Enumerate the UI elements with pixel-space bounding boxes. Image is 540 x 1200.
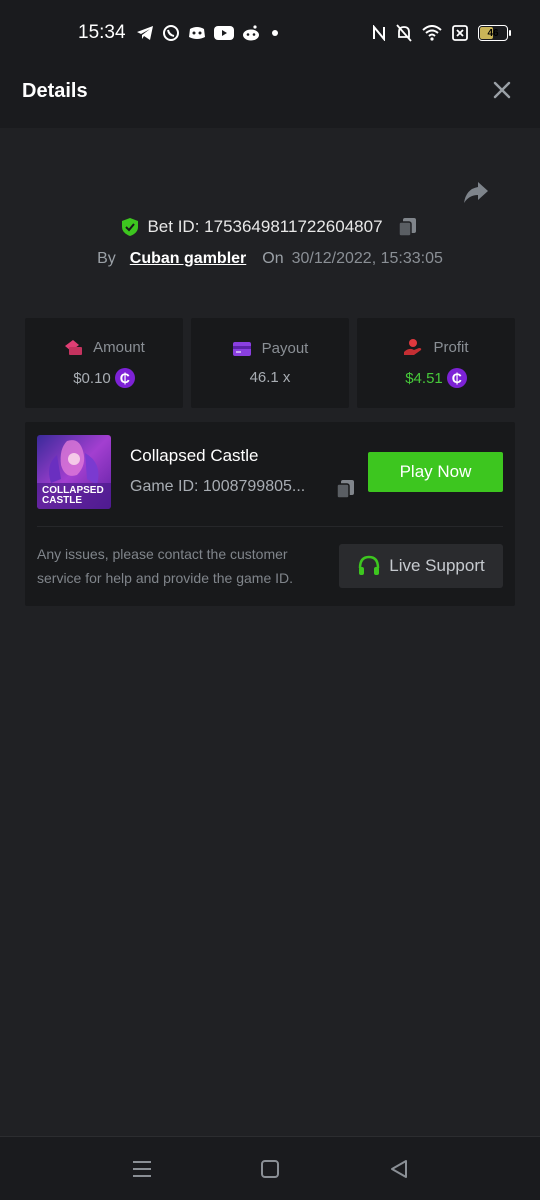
payout-label: Payout: [261, 340, 309, 357]
home-icon[interactable]: [258, 1157, 282, 1181]
status-time: 15:34: [78, 22, 126, 43]
bet-date: 30/12/2022, 15:33:05: [291, 250, 443, 267]
divider: [37, 526, 503, 527]
bet-meta-row: By Cuban gambler On 30/12/2022, 15:33:05: [0, 250, 540, 268]
username-link[interactable]: Cuban gambler: [130, 250, 246, 268]
system-nav-bar: [0, 1136, 540, 1200]
reddit-icon: [243, 25, 259, 41]
dot-icon: [272, 30, 278, 36]
thumb-title-line2: CASTLE: [42, 495, 82, 506]
on-label: On: [262, 250, 284, 267]
profit-value: $4.51: [405, 369, 443, 387]
payout-value: 46.1 x: [249, 369, 291, 386]
profit-hand-icon: [404, 339, 422, 355]
back-icon[interactable]: [387, 1157, 411, 1181]
battery-icon: 46: [478, 25, 511, 41]
game-name: Collapsed Castle: [130, 446, 259, 465]
amount-value: $0.10: [73, 369, 111, 387]
live-support-label: Live Support: [389, 556, 485, 575]
headset-icon: [359, 555, 380, 575]
nfc-icon: [373, 25, 385, 41]
profit-label: Profit: [433, 338, 469, 356]
status-bar: 15:34 46: [0, 0, 540, 56]
bet-stats: Amount $0.10 ₵ Payout 46.1 x Profit $4.5…: [25, 318, 515, 408]
shield-check-icon: [122, 218, 139, 236]
wifi-icon: [422, 25, 442, 41]
whatsapp-icon: [163, 25, 179, 41]
payout-card: Payout 46.1 x: [191, 318, 349, 408]
bet-id-row: Bet ID: 1753649811722604807: [0, 216, 540, 238]
profit-card: Profit $4.51 ₵: [357, 318, 515, 408]
copy-icon[interactable]: [335, 478, 357, 500]
no-sim-icon: [452, 25, 468, 41]
details-header: Details: [0, 56, 540, 128]
coin-icon: ₵: [446, 368, 467, 388]
by-label: By: [97, 250, 116, 267]
menu-icon[interactable]: [130, 1157, 154, 1181]
coin-icon: ₵: [114, 368, 135, 388]
amount-card: Amount $0.10 ₵: [25, 318, 183, 408]
game-thumbnail[interactable]: COLLAPSED CASTLE: [37, 435, 111, 509]
page-title: Details: [22, 80, 88, 102]
amount-label: Amount: [93, 338, 145, 356]
card-icon: [232, 341, 251, 356]
game-id: Game ID: 1008799805...: [130, 478, 306, 495]
battery-level: 46: [487, 27, 499, 39]
wallet-hand-icon: [65, 340, 83, 355]
live-support-button[interactable]: Live Support: [339, 544, 503, 588]
support-note: Any issues, please contact the customer …: [37, 546, 294, 586]
discord-icon: [189, 27, 205, 39]
telegram-icon: [137, 26, 153, 40]
notification-icons: [136, 24, 282, 42]
youtube-icon: [214, 26, 234, 40]
copy-icon[interactable]: [397, 216, 419, 238]
play-now-button[interactable]: Play Now: [368, 452, 503, 492]
game-card: COLLAPSED CASTLE Collapsed Castle Game I…: [25, 422, 515, 606]
system-icons: 46: [372, 24, 511, 42]
bet-id: Bet ID: 1753649811722604807: [147, 217, 383, 236]
share-icon[interactable]: [462, 178, 490, 206]
close-icon[interactable]: [490, 78, 514, 102]
bell-off-icon: [396, 24, 412, 42]
